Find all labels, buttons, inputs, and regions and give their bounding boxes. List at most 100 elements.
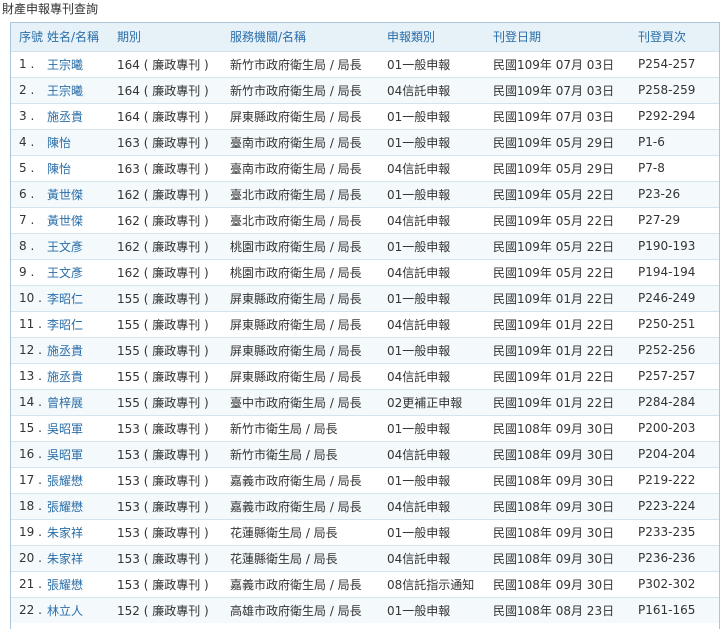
row-name-cell: 黃世傑 — [47, 207, 117, 233]
row-name-link[interactable]: 朱家祥 — [47, 526, 83, 540]
row-type: 08信託指示通知 — [387, 577, 475, 592]
row-page: P1-6 — [638, 135, 665, 149]
row-name-link[interactable]: 王宗曦 — [47, 84, 83, 98]
row-name-link[interactable]: 黃世傑 — [47, 188, 83, 202]
row-number: 3 . — [19, 109, 35, 123]
row-name-link[interactable]: 林立人 — [47, 604, 83, 618]
row-name-link[interactable]: 施丞貴 — [47, 344, 83, 358]
row-date: 民國109年 07月 03日 — [493, 83, 615, 98]
row-org: 屏東縣政府衛生局 / 局長 — [230, 343, 362, 358]
row-name-link[interactable]: 王文彥 — [47, 266, 83, 280]
row-page: P250-251 — [638, 317, 696, 331]
row-issue: 155 ( 廉政專刊 ) — [117, 317, 209, 332]
table-row: 21 . 張耀懋 153 ( 廉政專刊 ) 嘉義市政府衛生局 / 局長 08信託指示通知… — [11, 571, 719, 597]
row-type: 01一般申報 — [387, 109, 451, 124]
row-number: 8 . — [19, 239, 35, 253]
row-name-link[interactable]: 曾梓展 — [47, 396, 83, 410]
header-no: 序號 — [19, 30, 44, 45]
row-name-link[interactable]: 王宗曦 — [47, 58, 83, 72]
row-name-link[interactable]: 朱家祥 — [47, 552, 83, 566]
row-type: 04信託申報 — [387, 447, 451, 462]
row-date: 民國108年 09月 30日 — [493, 551, 615, 566]
row-page: P284-284 — [638, 395, 696, 409]
row-type: 01一般申報 — [387, 187, 451, 202]
row-name-link[interactable]: 陳怡 — [47, 162, 71, 176]
row-page: P194-194 — [638, 265, 696, 279]
row-name-link[interactable]: 張耀懋 — [47, 578, 83, 592]
row-org: 桃園市政府衛生局 / 局長 — [230, 265, 362, 280]
table-row: 11 . 李昭仁 155 ( 廉政專刊 ) 屏東縣政府衛生局 / 局長 04信託申報 民國… — [11, 311, 719, 337]
row-date: 民國108年 08月 23日 — [493, 603, 615, 618]
row-page: P219-222 — [638, 473, 696, 487]
row-page: P257-257 — [638, 369, 696, 383]
row-number: 10 . — [19, 291, 42, 305]
row-name-cell: 吳昭軍 — [47, 415, 117, 441]
row-number: 12 . — [19, 343, 42, 357]
row-number: 15 . — [19, 421, 42, 435]
table-row: 1 . 王宗曦 164 ( 廉政專刊 ) 新竹市政府衛生局 / 局長 01一般申報 民國1… — [11, 51, 719, 77]
row-name-link[interactable]: 黃世傑 — [47, 214, 83, 228]
row-type: 01一般申報 — [387, 603, 451, 618]
row-name-link[interactable]: 施丞貴 — [47, 370, 83, 384]
row-name-cell: 陳怡 — [47, 155, 117, 181]
row-page: P200-203 — [638, 421, 696, 435]
row-name-cell: 黃世傑 — [47, 181, 117, 207]
row-page: P258-259 — [638, 83, 696, 97]
row-name-link[interactable]: 吳昭軍 — [47, 422, 83, 436]
row-number: 7 . — [19, 213, 35, 227]
row-name-link[interactable]: 陳怡 — [47, 136, 71, 150]
row-org: 桃園市政府衛生局 / 局長 — [230, 239, 362, 254]
row-number: 21 . — [19, 577, 42, 591]
row-name-link[interactable]: 張耀懋 — [47, 474, 83, 488]
results-table: 序號 姓名/名稱 期別 服務機關/名稱 申報類別 刊登日期 刊登頁次 1 . 王宗… — [11, 23, 719, 623]
row-name-link[interactable]: 王文彥 — [47, 240, 83, 254]
row-name-cell: 王宗曦 — [47, 77, 117, 103]
row-org: 新竹市衛生局 / 局長 — [230, 421, 338, 436]
row-type: 01一般申報 — [387, 135, 451, 150]
row-org: 新竹市政府衛生局 / 局長 — [230, 83, 362, 98]
row-page: P254-257 — [638, 57, 696, 71]
table-header-row: 序號 姓名/名稱 期別 服務機關/名稱 申報類別 刊登日期 刊登頁次 — [11, 23, 719, 51]
row-name-link[interactable]: 李昭仁 — [47, 292, 83, 306]
row-number: 14 . — [19, 395, 42, 409]
table-body: 1 . 王宗曦 164 ( 廉政專刊 ) 新竹市政府衛生局 / 局長 01一般申報 民國1… — [11, 51, 719, 623]
row-type: 04信託申報 — [387, 369, 451, 384]
table-row: 10 . 李昭仁 155 ( 廉政專刊 ) 屏東縣政府衛生局 / 局長 01一般申報 民國… — [11, 285, 719, 311]
row-page: P161-165 — [638, 603, 696, 618]
row-type: 04信託申報 — [387, 83, 451, 98]
row-issue: 153 ( 廉政專刊 ) — [117, 551, 209, 566]
row-date: 民國109年 07月 03日 — [493, 109, 615, 124]
row-org: 臺南市政府衛生局 / 局長 — [230, 161, 362, 176]
row-name-link[interactable]: 李昭仁 — [47, 318, 83, 332]
row-name-link[interactable]: 吳昭軍 — [47, 448, 83, 462]
row-issue: 153 ( 廉政專刊 ) — [117, 447, 209, 462]
row-org: 臺南市政府衛生局 / 局長 — [230, 135, 362, 150]
row-page: P204-204 — [638, 447, 696, 461]
row-page: P7-8 — [638, 161, 665, 175]
row-issue: 164 ( 廉政專刊 ) — [117, 109, 209, 124]
row-type: 04信託申報 — [387, 317, 451, 332]
row-type: 04信託申報 — [387, 551, 451, 566]
row-type: 04信託申報 — [387, 161, 451, 176]
row-issue: 162 ( 廉政專刊 ) — [117, 187, 209, 202]
row-issue: 162 ( 廉政專刊 ) — [117, 213, 209, 228]
row-org: 新竹市政府衛生局 / 局長 — [230, 57, 362, 72]
row-name-cell: 張耀懋 — [47, 571, 117, 597]
row-org: 臺北市政府衛生局 / 局長 — [230, 187, 362, 202]
row-issue: 155 ( 廉政專刊 ) — [117, 395, 209, 410]
row-name-link[interactable]: 施丞貴 — [47, 110, 83, 124]
row-issue: 153 ( 廉政專刊 ) — [117, 421, 209, 436]
row-date: 民國109年 05月 22日 — [493, 265, 615, 280]
row-number: 19 . — [19, 525, 42, 539]
row-number: 18 . — [19, 499, 42, 513]
row-page: P190-193 — [638, 239, 696, 253]
row-issue: 164 ( 廉政專刊 ) — [117, 57, 209, 72]
table-row: 6 . 黃世傑 162 ( 廉政專刊 ) 臺北市政府衛生局 / 局長 01一般申報 民國1… — [11, 181, 719, 207]
row-date: 民國108年 09月 30日 — [493, 473, 615, 488]
table-row: 14 . 曾梓展 155 ( 廉政專刊 ) 臺中市政府衛生局 / 局長 02更補正申報 民… — [11, 389, 719, 415]
row-date: 民國108年 09月 30日 — [493, 421, 615, 436]
row-page: P236-236 — [638, 551, 696, 565]
row-name-link[interactable]: 張耀懋 — [47, 500, 83, 514]
table-row: 18 . 張耀懋 153 ( 廉政專刊 ) 嘉義市政府衛生局 / 局長 04信託申報 民國… — [11, 493, 719, 519]
row-name-cell: 陳怡 — [47, 129, 117, 155]
